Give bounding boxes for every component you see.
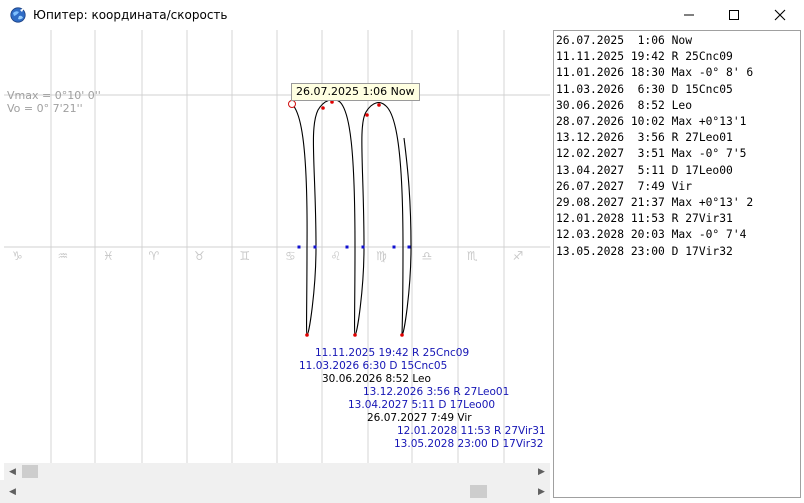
list-item[interactable]: 28.07.2026 10:02 Max +0°13'1 <box>554 114 753 130</box>
zodiac-sign-glyph: ♋ <box>285 249 296 263</box>
scroll-right-icon: ▶ <box>538 466 545 477</box>
crossing-point <box>313 245 317 249</box>
event-label: 11.11.2025 19:42 R 25Cnc09 <box>315 347 470 359</box>
crossing-point <box>407 245 411 249</box>
minimize-icon <box>684 14 694 16</box>
station-point <box>400 333 404 337</box>
list-item[interactable]: 13.04.2027 5:11 D 17Leo00 <box>554 163 753 179</box>
station-point <box>321 106 325 110</box>
crossing-point <box>345 245 349 249</box>
events-list-rows: 26.07.2025 1:06 Now 11.11.2025 19:42 R 25… <box>554 33 753 260</box>
event-label: 13.04.2027 5:11 D 17Leo00 <box>348 399 496 411</box>
crossing-point <box>361 245 365 249</box>
list-item[interactable]: 12.02.2027 3:51 Max -0° 7'5 <box>554 146 753 162</box>
bottom-scroll-right-button[interactable]: ▶ <box>533 484 550 499</box>
station-point <box>365 113 369 117</box>
now-marker <box>288 100 296 108</box>
zodiac-sign-glyph: ♌ <box>331 249 342 263</box>
zodiac-sign-glyph: ♏ <box>467 249 478 263</box>
scroll-thumb[interactable] <box>22 465 38 478</box>
scroll-right-button[interactable]: ▶ <box>533 463 550 480</box>
app-globe-icon <box>10 7 26 23</box>
list-item[interactable]: 26.07.2025 1:06 Now <box>554 33 753 49</box>
events-list[interactable]: 26.07.2025 1:06 Now 11.11.2025 19:42 R 25… <box>553 30 801 498</box>
event-label: 11.03.2026 6:30 D 15Cnc05 <box>299 360 448 372</box>
event-label: 13.12.2026 3:56 R 27Leo01 <box>363 386 510 398</box>
close-icon <box>774 9 786 21</box>
list-item[interactable]: 11.01.2026 18:30 Max -0° 8' 6 <box>554 65 753 81</box>
event-label: 13.05.2028 23:00 D 17Vir32 <box>394 438 544 450</box>
zodiac-sign-glyph: ♐ <box>513 249 524 263</box>
scroll-left-icon: ◀ <box>9 466 16 477</box>
list-item[interactable]: 13.05.2028 23:00 D 17Vir32 <box>554 244 753 260</box>
zodiac-sign-glyph: ♒ <box>58 249 69 263</box>
list-item[interactable]: 30.06.2026 8:52 Leo <box>554 98 753 114</box>
crossing-point <box>392 245 396 249</box>
event-label: 12.01.2028 11:53 R 27Vir31 <box>397 425 546 437</box>
list-item[interactable]: 26.07.2027 7:49 Vir <box>554 179 753 195</box>
bottom-scrollbar[interactable]: ◀ ▶ <box>4 484 550 499</box>
list-item[interactable]: 29.08.2027 21:37 Max +0°13' 2 <box>554 195 753 211</box>
minimize-button[interactable] <box>666 0 712 30</box>
plot-horizontal-scrollbar[interactable]: ◀ ▶ <box>4 463 550 480</box>
list-item[interactable]: 11.11.2025 19:42 R 25Cnc09 <box>554 49 753 65</box>
station-point <box>353 333 357 337</box>
bottom-scroll-left-button[interactable]: ◀ <box>4 484 21 499</box>
motion-plot[interactable]: ♑ ♒ ♓ ♈ ♉ ♊ ♋ ♌ ♍ ♎ ♏ ♐ Vmax = 0°10' 0'' Vo = 0° 7'… <box>4 30 550 463</box>
station-point <box>305 333 309 337</box>
zodiac-sign-glyph: ♓ <box>103 249 114 263</box>
bottom-scroll-right-icon: ▶ <box>538 486 545 497</box>
zodiac-sign-glyph: ♊ <box>240 249 251 263</box>
zodiac-sign-glyph: ♉ <box>194 249 205 263</box>
event-label: 30.06.2026 8:52 Leo <box>322 373 431 385</box>
list-item[interactable]: 11.03.2026 6:30 D 15Cnc05 <box>554 82 753 98</box>
list-item[interactable]: 13.12.2026 3:56 R 27Leo01 <box>554 130 753 146</box>
list-item[interactable]: 12.03.2028 20:03 Max -0° 7'4 <box>554 227 753 243</box>
window-title: Юпитер: координата/скорость <box>33 8 228 22</box>
zodiac-sign-glyph: ♍ <box>376 249 387 263</box>
bottom-scroll-thumb[interactable] <box>470 485 487 498</box>
bottom-scroll-left-icon: ◀ <box>9 486 16 497</box>
crossing-point <box>297 245 301 249</box>
close-button[interactable] <box>757 0 803 30</box>
vmax-label: Vmax = 0°10' 0'' <box>7 89 101 102</box>
station-point <box>377 103 381 107</box>
vo-label: Vo = 0° 7'21'' <box>7 102 83 115</box>
zodiac-sign-glyph: ♈ <box>149 249 160 263</box>
zodiac-sign-glyph: ♑ <box>12 249 23 263</box>
motion-curve <box>291 99 412 336</box>
maximize-button[interactable] <box>711 0 757 30</box>
zodiac-sign-glyph: ♎ <box>422 249 433 263</box>
scroll-left-button[interactable]: ◀ <box>4 463 21 480</box>
maximize-icon <box>729 10 739 20</box>
list-item[interactable]: 12.01.2028 11:53 R 27Vir31 <box>554 211 753 227</box>
title-bar[interactable]: Юпитер: координата/скорость <box>0 0 804 30</box>
event-label: 26.07.2027 7:49 Vir <box>367 412 472 424</box>
now-tooltip: 26.07.2025 1:06 Now <box>291 83 420 101</box>
